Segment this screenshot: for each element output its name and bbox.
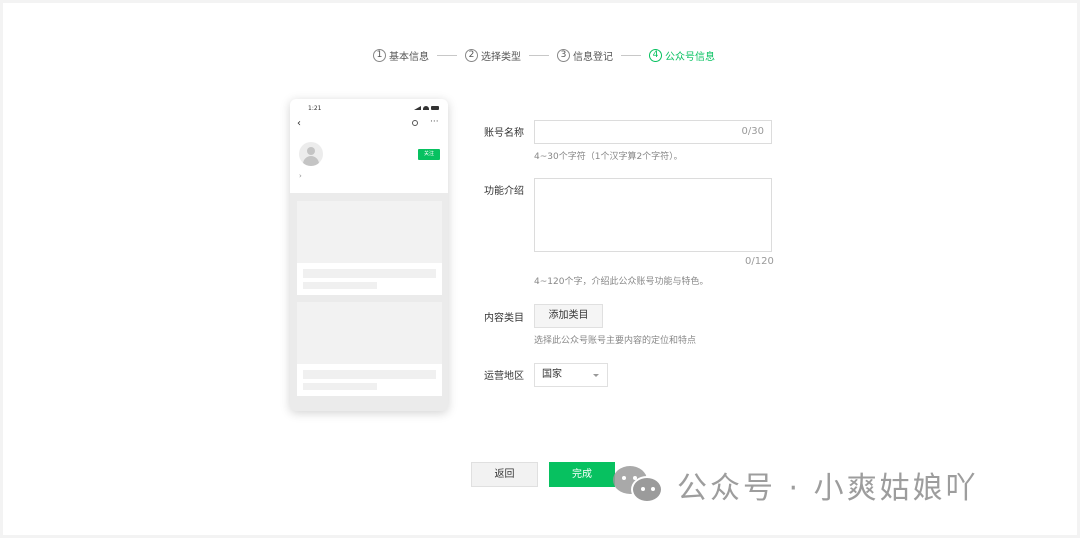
- bubble-eye: [622, 476, 626, 480]
- step-label: 选择类型: [481, 51, 521, 63]
- article-card-placeholder: [297, 302, 442, 396]
- chevron-down-icon: [593, 374, 599, 377]
- region-select-value: 国家: [542, 369, 562, 380]
- watermark: 公众号 · 小爽姑娘吖: [613, 463, 979, 507]
- intro-hint: 4~120个字，介绍此公众账号功能与特色。: [534, 277, 709, 287]
- step-number: 4: [649, 48, 662, 62]
- chevron-right-icon: ›: [299, 172, 302, 180]
- region-select[interactable]: 国家: [534, 363, 608, 387]
- done-button[interactable]: 完成: [549, 462, 615, 487]
- preview-time: 1:21: [308, 105, 322, 112]
- step-number: 1: [373, 48, 386, 62]
- preview-header: 1:21 ‹ ··· 关注 ›: [290, 99, 448, 193]
- add-category-button[interactable]: 添加类目: [534, 304, 603, 328]
- avatar-head: [307, 147, 315, 155]
- step-select-type: 2 选择类型: [465, 48, 521, 63]
- account-name-label: 账号名称: [484, 128, 524, 139]
- wechat-logo-icon: [613, 464, 665, 506]
- card-text-placeholder: [303, 383, 377, 390]
- account-name-hint: 4~30个字符（1个汉字算2个字符）。: [534, 152, 683, 162]
- step-divider: [621, 54, 641, 56]
- follow-badge: 关注: [418, 149, 440, 160]
- account-name-counter: 0/30: [741, 126, 764, 137]
- wifi-icon: [423, 106, 429, 110]
- more-icon: ···: [430, 117, 439, 127]
- intro-counter: 0/120: [745, 256, 774, 267]
- intro-textarea[interactable]: [534, 178, 772, 252]
- card-image-placeholder: [297, 302, 442, 364]
- step-number: 3: [557, 48, 570, 62]
- step-divider: [437, 54, 457, 56]
- step-info-register: 3 信息登记: [557, 48, 613, 63]
- back-arrow-icon: ‹: [297, 118, 301, 129]
- signal-icon: [414, 106, 421, 110]
- avatar: [299, 142, 323, 166]
- page: 1 基本信息 2 选择类型 3 信息登记 4 公众号信息 1:21 ‹ ··· …: [3, 3, 1077, 535]
- card-image-placeholder: [297, 201, 442, 263]
- step-basic-info: 1 基本信息: [373, 48, 429, 63]
- intro-label: 功能介绍: [484, 186, 524, 197]
- category-label: 内容类目: [484, 313, 524, 324]
- step-label: 基本信息: [389, 51, 429, 63]
- account-name-input[interactable]: 0/30: [534, 120, 772, 144]
- step-indicator: 1 基本信息 2 选择类型 3 信息登记 4 公众号信息: [373, 47, 715, 63]
- watermark-text: 公众号 · 小爽姑娘吖: [677, 471, 979, 506]
- search-icon: [412, 120, 418, 126]
- card-text-placeholder: [303, 269, 436, 278]
- step-label: 信息登记: [573, 51, 613, 63]
- bubble-eye: [651, 487, 655, 491]
- phone-preview: 1:21 ‹ ··· 关注 ›: [290, 99, 448, 411]
- step-divider: [529, 54, 549, 56]
- step-number: 2: [465, 48, 478, 62]
- card-text-placeholder: [303, 370, 436, 379]
- category-hint: 选择此公众号账号主要内容的定位和特点: [534, 336, 697, 346]
- card-text-placeholder: [303, 282, 377, 289]
- region-label: 运营地区: [484, 371, 524, 382]
- avatar-body: [303, 156, 319, 166]
- back-button[interactable]: 返回: [471, 462, 538, 487]
- chat-bubble-shape: [631, 476, 663, 503]
- step-account-info: 4 公众号信息: [649, 48, 715, 63]
- step-label: 公众号信息: [665, 51, 715, 63]
- bubble-eye: [641, 487, 645, 491]
- article-card-placeholder: [297, 201, 442, 295]
- battery-icon: [431, 106, 439, 110]
- status-icons: [414, 106, 439, 110]
